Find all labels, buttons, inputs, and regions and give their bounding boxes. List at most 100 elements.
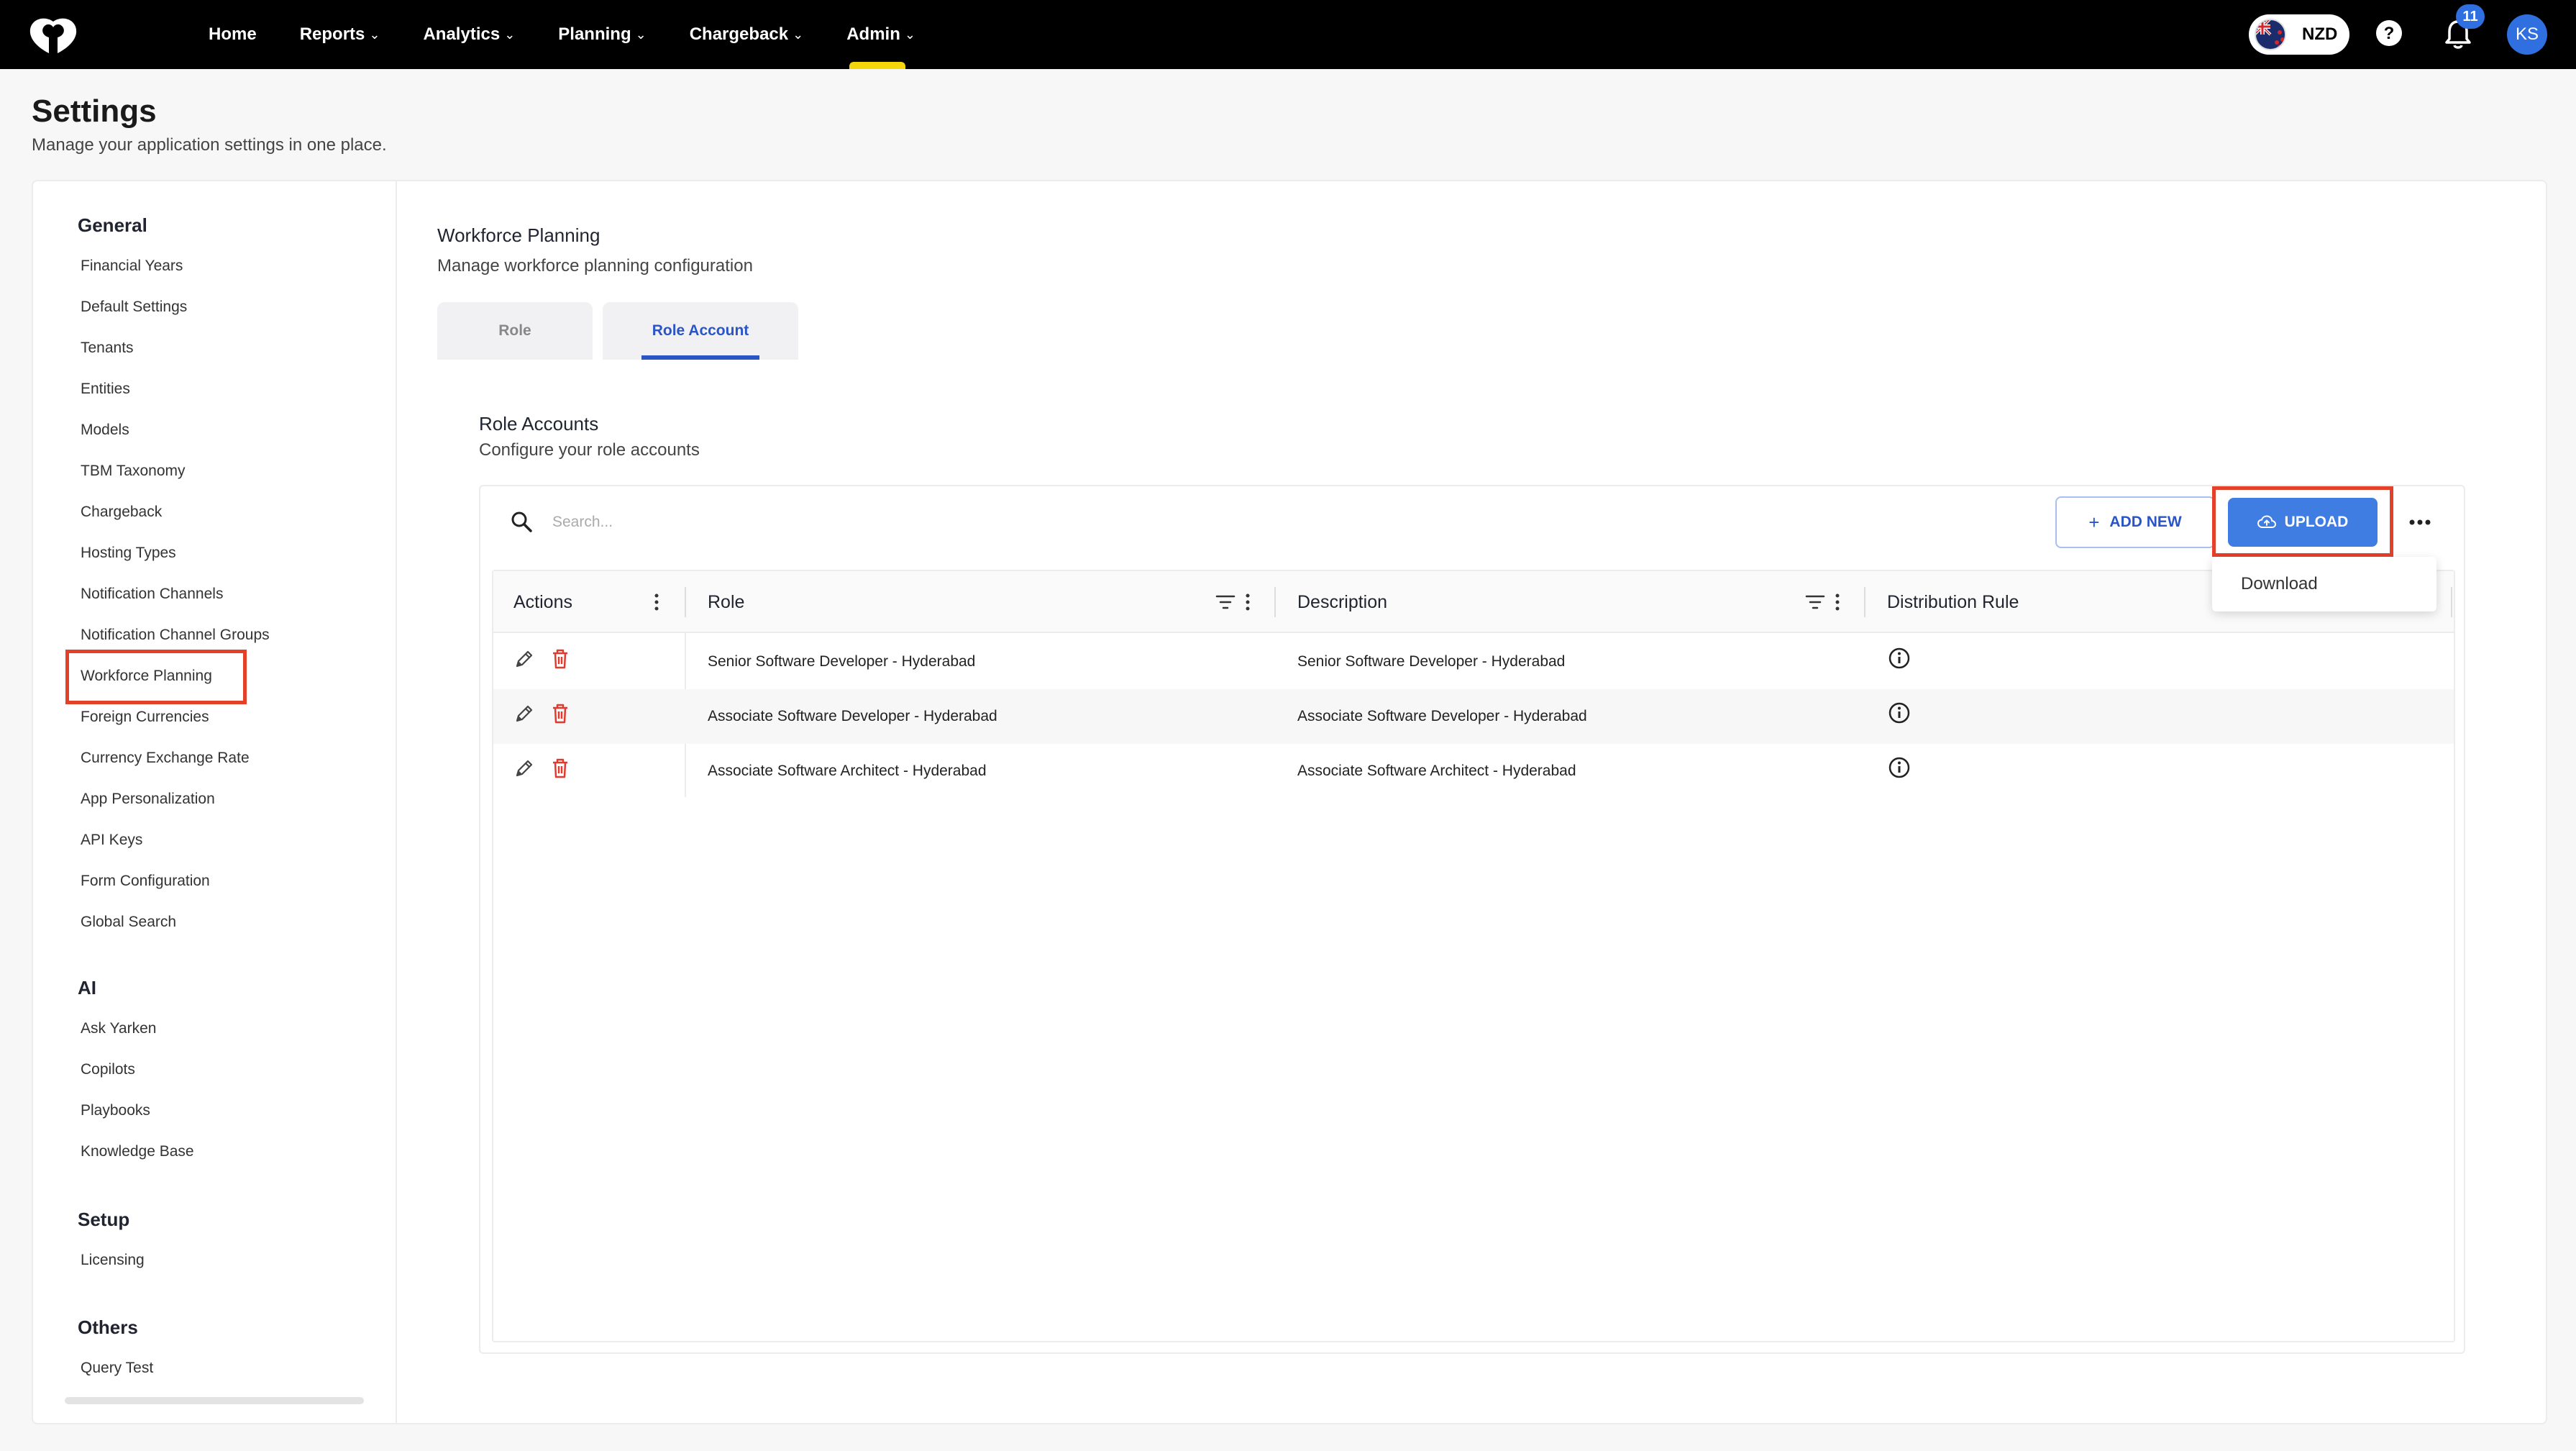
delete-button[interactable] [548,755,572,781]
sidebar-item-models[interactable]: Models [81,422,129,439]
filter-icon[interactable] [1805,594,1825,610]
tab-role-account[interactable]: Role Account [603,302,798,360]
delete-button[interactable] [548,701,572,727]
role-accounts-card: + ADD NEW UPLOAD Download Actions [479,485,2465,1354]
sidebar-item-knowledge-base[interactable]: Knowledge Base [81,1143,194,1160]
column-header-description[interactable]: Description [1297,571,1387,633]
sidebar-item-copilots[interactable]: Copilots [81,1061,135,1078]
edit-button[interactable] [512,646,536,672]
column-divider[interactable] [2451,587,2452,617]
table-row[interactable]: Associate Software Developer - Hyderabad… [493,689,2454,744]
sidebar-item-licensing[interactable]: Licensing [81,1252,145,1269]
sidebar-item-form-configuration[interactable]: Form Configuration [81,873,210,890]
sidebar-item-default-settings[interactable]: Default Settings [81,299,187,316]
selection-highlight-box [65,650,247,704]
app-logo-icon[interactable] [27,16,79,55]
cell-description: Associate Software Architect - Hyderabad [1297,763,1576,779]
page-title: Settings [32,94,157,129]
tab-role[interactable]: Role [437,302,593,360]
nav-chargeback[interactable]: Chargeback ⌄ [690,0,803,69]
nav-admin[interactable]: Admin ⌄ [846,0,915,69]
cell-description: Associate Software Developer - Hyderabad [1297,708,1587,724]
section-subtitle: Configure your role accounts [479,440,700,460]
notification-count-badge: 11 [2456,4,2485,29]
sidebar-item-notification-channel-groups[interactable]: Notification Channel Groups [81,627,270,644]
info-icon[interactable] [1887,755,1912,780]
sidebar-item-playbooks[interactable]: Playbooks [81,1102,150,1119]
sidebar-scrollbar[interactable] [65,1397,364,1404]
nav-planning-label: Planning [558,24,631,44]
pencil-icon [516,760,533,777]
sidebar-item-app-personalization[interactable]: App Personalization [81,791,215,808]
currency-label: NZD [2302,24,2338,44]
upload-highlight-box [2212,486,2393,557]
nav-analytics-label: Analytics [423,24,501,44]
filter-icon[interactable] [1215,594,1236,610]
table-row[interactable]: Associate Software Architect - Hyderabad… [493,744,2454,799]
sidebar-item-chargeback[interactable]: Chargeback [81,504,162,521]
edit-button[interactable] [512,701,536,727]
nav-chargeback-label: Chargeback [689,24,789,44]
page-subtitle: Manage your application settings in one … [32,135,387,155]
role-accounts-table: Actions Role Description Distribution Ru… [492,570,2455,1342]
add-new-button[interactable]: + ADD NEW [2055,496,2215,548]
nav-analytics[interactable]: Analytics ⌄ [423,0,515,69]
delete-button[interactable] [548,646,572,672]
sidebar-item-tbm-taxonomy[interactable]: TBM Taxonomy [81,463,186,480]
menu-item-download[interactable]: Download [2241,574,2318,594]
add-new-label: ADD NEW [2109,514,2182,530]
chevron-down-icon: ⌄ [904,27,915,42]
section-title: Role Accounts [479,413,599,435]
trash-icon [553,704,567,724]
nav-reports[interactable]: Reports ⌄ [300,0,380,69]
sidebar-group-setup: Setup [78,1209,130,1230]
info-icon[interactable] [1887,646,1912,670]
svg-text:?: ? [2384,24,2395,43]
sidebar-item-tenants[interactable]: Tenants [81,340,134,357]
edit-button[interactable] [512,755,536,781]
nav-planning[interactable]: Planning ⌄ [558,0,646,69]
sidebar-item-ask-yarken[interactable]: Ask Yarken [81,1020,156,1037]
sidebar-item-notification-channels[interactable]: Notification Channels [81,586,223,603]
column-divider[interactable] [1864,587,1865,617]
content-subtitle: Manage workforce planning configuration [437,256,753,276]
pencil-icon [516,650,533,668]
trash-icon [553,649,567,669]
search-icon [511,511,532,532]
sidebar-item-currency-exchange-rate[interactable]: Currency Exchange Rate [81,750,250,767]
nav-home-label: Home [209,24,257,44]
column-divider[interactable] [1274,587,1276,617]
column-header-role[interactable]: Role [708,571,744,633]
chevron-down-icon: ⌄ [369,27,380,42]
column-menu-icon[interactable] [653,593,660,611]
more-horizontal-icon [2409,519,2431,525]
column-header-distribution-rule[interactable]: Distribution Rule [1887,571,2019,633]
more-options-button[interactable] [2405,508,2435,537]
table-row[interactable]: Senior Software Developer - Hyderabad Se… [493,634,2454,689]
cell-role: Senior Software Developer - Hyderabad [708,653,976,670]
sidebar-item-foreign-currencies[interactable]: Foreign Currencies [81,709,209,726]
nav-reports-label: Reports [299,24,365,44]
help-icon[interactable]: ? [2375,19,2403,47]
chevron-down-icon: ⌄ [504,27,516,42]
sidebar-group-ai: AI [78,977,96,999]
nz-flag-icon [2255,19,2286,50]
search-input[interactable] [552,508,984,537]
column-divider[interactable] [685,587,686,617]
column-menu-icon[interactable] [1834,593,1841,611]
top-navigation-bar: Home Reports ⌄ Analytics ⌄ Planning ⌄ Charg… [0,0,2576,69]
sidebar-item-query-test[interactable]: Query Test [81,1360,153,1377]
nav-home[interactable]: Home [209,0,257,69]
sidebar-item-api-keys[interactable]: API Keys [81,832,142,849]
sidebar-group-general: General [78,214,147,236]
sidebar-item-financial-years[interactable]: Financial Years [81,258,183,275]
sidebar-item-global-search[interactable]: Global Search [81,914,176,931]
column-menu-icon[interactable] [1244,593,1251,611]
user-avatar[interactable]: KS [2507,14,2547,55]
cell-role: Associate Software Architect - Hyderabad [708,763,987,779]
sidebar-item-hosting-types[interactable]: Hosting Types [81,545,176,562]
sidebar-item-entities[interactable]: Entities [81,381,130,398]
currency-selector[interactable]: NZD [2249,14,2349,55]
info-icon[interactable] [1887,701,1912,725]
nav-admin-label: Admin [846,24,900,44]
